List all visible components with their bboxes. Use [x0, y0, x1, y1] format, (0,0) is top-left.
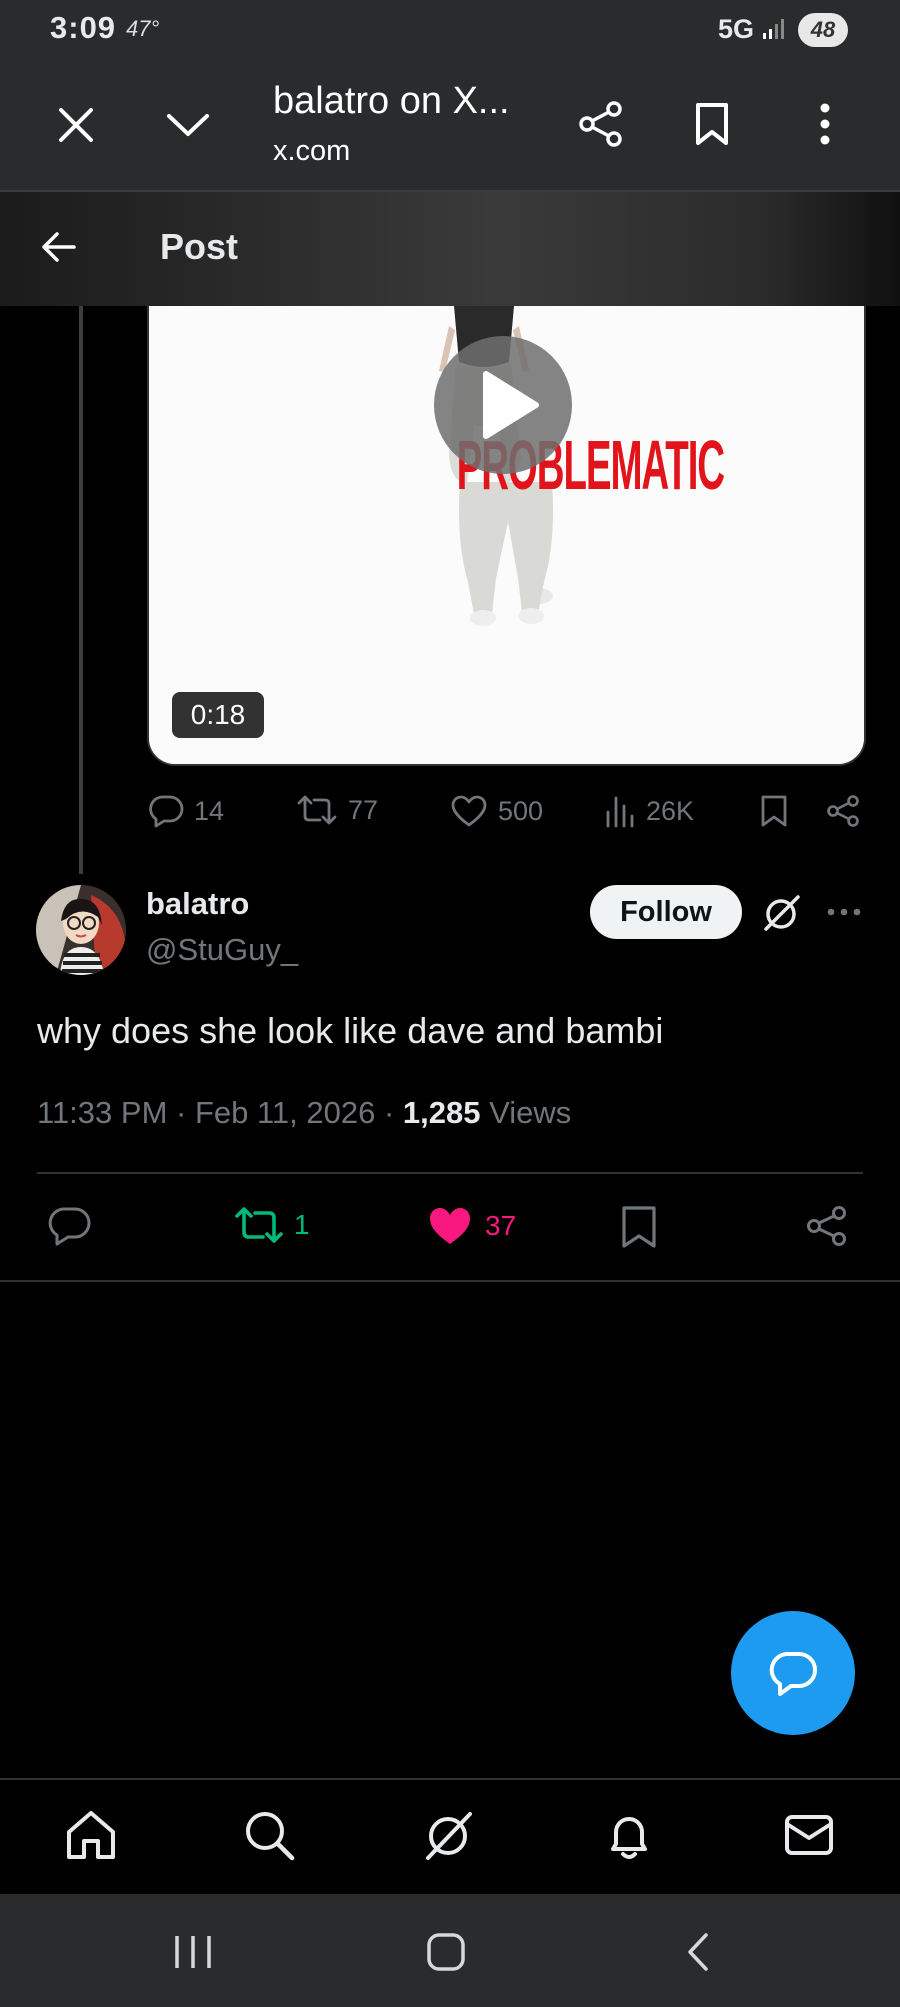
share-button[interactable] [806, 1205, 848, 1247]
heart-filled-icon [430, 1208, 470, 1244]
recent-apps-icon[interactable] [172, 1932, 214, 1972]
repost-count: 77 [348, 794, 379, 825]
compose-reply-fab[interactable] [731, 1611, 855, 1735]
heart-icon [451, 795, 487, 827]
meta-separator: · [375, 1095, 403, 1130]
more-horizontal-icon[interactable] [826, 898, 862, 926]
reply-icon [769, 1652, 817, 1696]
page-title: Post [160, 226, 239, 267]
tweet-meta: 11:33 PM · Feb 11, 2026 · 1,285 Views [37, 1095, 571, 1131]
like-button[interactable]: 37 [427, 1205, 516, 1247]
play-button[interactable] [434, 336, 572, 474]
back-arrow-icon[interactable] [40, 230, 76, 264]
tweet-time[interactable]: 11:33 PM [37, 1095, 167, 1130]
status-time: 3:09 [50, 10, 117, 45]
reply-button[interactable] [48, 1205, 92, 1247]
view-count: 26K [646, 795, 695, 826]
tweet-text: why does she look like dave and bambi [37, 1010, 664, 1051]
tweet-views-label: Views [489, 1095, 572, 1130]
author-name[interactable]: balatro [146, 886, 249, 922]
signal-icon [762, 17, 788, 41]
tweet-date[interactable]: Feb 11, 2026 [195, 1095, 375, 1130]
bookmark-icon[interactable] [694, 102, 730, 146]
reply-count: 14 [194, 795, 225, 826]
close-icon[interactable] [55, 104, 97, 146]
bookmark-icon [622, 1206, 656, 1248]
share-icon[interactable] [578, 100, 624, 148]
bookmark-action-icon[interactable] [760, 794, 788, 828]
bookmark-button[interactable] [620, 1205, 658, 1249]
reply-action[interactable]: 14 [148, 794, 224, 828]
home-system-icon[interactable] [426, 1932, 466, 1972]
status-temperature: 47° [126, 16, 160, 41]
divider [37, 1172, 863, 1174]
search-icon[interactable] [242, 1808, 296, 1862]
share-action-icon[interactable] [826, 794, 860, 828]
views-icon [606, 796, 634, 828]
browser-page-title: balatro on X... [273, 80, 510, 122]
divider [0, 1280, 900, 1282]
browser-url[interactable]: x.com [273, 135, 350, 168]
reply-icon [149, 795, 184, 828]
avatar-image [36, 885, 126, 975]
video-duration-badge: 0:18 [172, 692, 264, 738]
share-icon [807, 1206, 846, 1246]
repost-icon [235, 1207, 283, 1243]
like-count: 500 [498, 795, 544, 826]
reply-icon [48, 1207, 91, 1246]
chevron-down-icon[interactable] [165, 108, 211, 142]
tweet-views-count: 1,285 [402, 1095, 481, 1130]
repost-count: 1 [294, 1209, 310, 1240]
avatar[interactable] [36, 885, 126, 975]
follow-button[interactable]: Follow [590, 885, 742, 939]
grok-icon[interactable] [422, 1808, 476, 1862]
network-type: 5G [718, 14, 755, 44]
more-vertical-icon[interactable] [815, 102, 835, 146]
thread-line [79, 306, 83, 874]
repost-button[interactable]: 1 [234, 1205, 310, 1245]
browser-toolbar [0, 58, 900, 192]
meta-separator: · [167, 1095, 195, 1130]
battery-indicator: 48 [798, 13, 848, 47]
messages-icon[interactable] [782, 1808, 836, 1862]
author-handle[interactable]: @StuGuy_ [146, 932, 298, 968]
repost-icon [297, 795, 337, 825]
like-count: 37 [485, 1210, 517, 1241]
like-action[interactable]: 500 [450, 794, 543, 828]
notifications-icon[interactable] [602, 1808, 656, 1862]
post-header [0, 192, 900, 306]
play-icon [483, 371, 539, 439]
repost-action[interactable]: 77 [296, 794, 378, 826]
back-system-icon[interactable] [682, 1932, 714, 1972]
grok-icon[interactable] [762, 893, 802, 933]
views-action[interactable]: 26K [604, 794, 694, 828]
home-icon[interactable] [64, 1808, 118, 1862]
